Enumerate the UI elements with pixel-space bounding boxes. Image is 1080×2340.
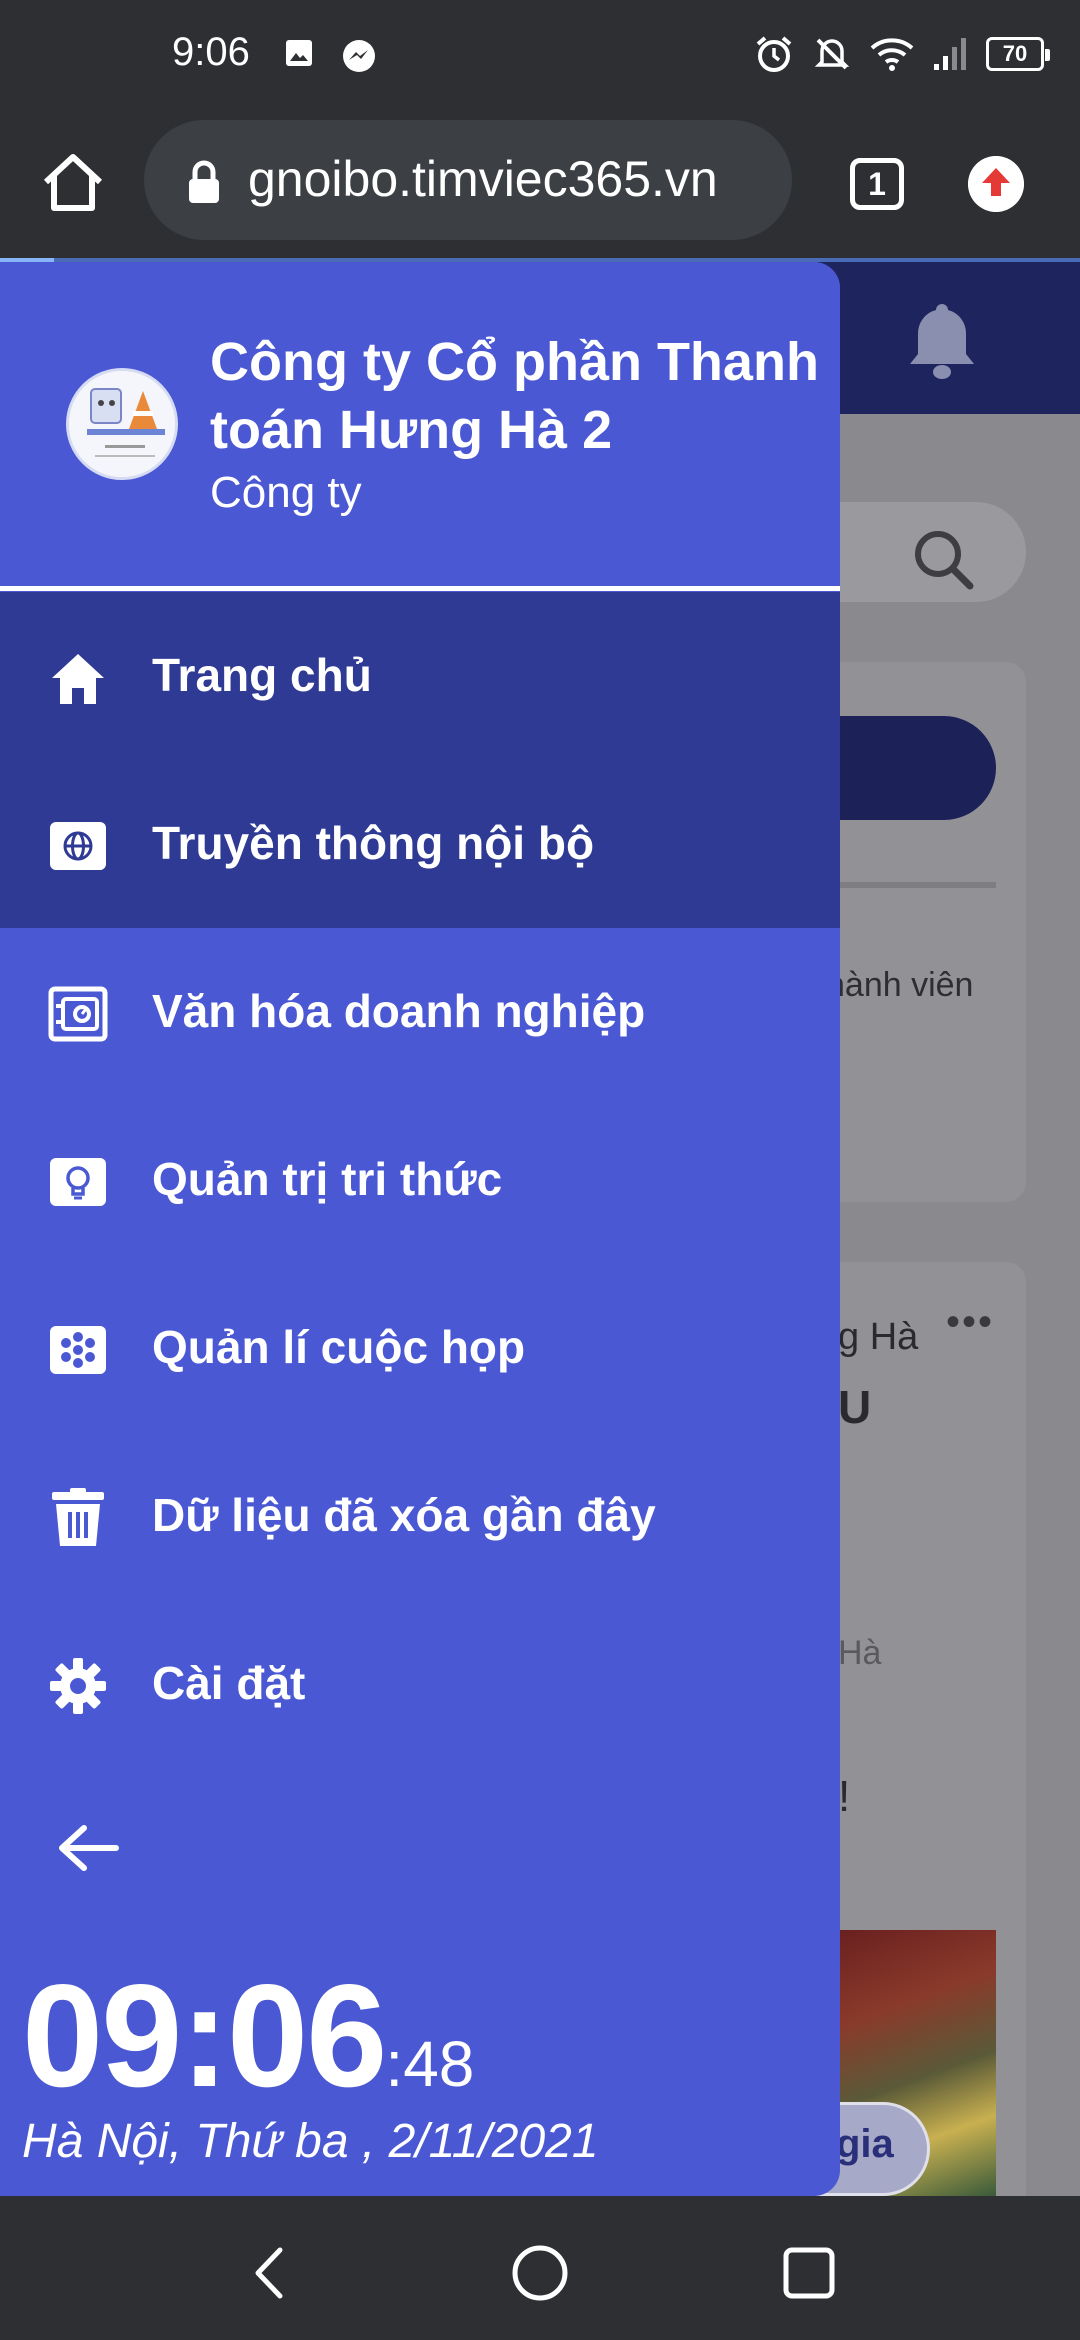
menu-label: Quản lí cuộc họp [152,1321,526,1373]
back-arrow-icon[interactable] [56,1822,122,1874]
clock-seconds: :48 [385,2028,475,2100]
nav-back-icon[interactable] [236,2238,306,2308]
company-type: Công ty [210,468,362,517]
wifi-icon [870,38,914,71]
clock-hours-minutes: 09:06 [22,1954,387,2117]
search-icon [915,531,974,590]
company-name: Công ty Cổ phần Thanh toán Hưng Hà 2 [210,332,819,460]
menu-item-van-hoa-doanh-nghiep[interactable]: Văn hóa doanh nghiệp [0,928,840,1096]
date-line: Hà Nội, Thứ ba , 2/11/2021 [22,2115,599,2168]
nav-recents-icon[interactable] [774,2238,844,2308]
menu-label: Trang chủ [152,649,372,701]
battery-icon: 70 [986,37,1050,71]
lock-icon [189,160,219,203]
culture-icon [48,986,108,1042]
globe-icon [50,822,106,870]
menu-label: Dữ liệu đã xóa gần đây [152,1489,656,1541]
drawer-header: Công ty Cổ phần Thanh toán Hưng Hà 2 Côn… [0,262,840,591]
menu-item-truyen-thong-noi-bo[interactable]: Truyền thông nội bộ [0,760,840,928]
signal-icon [934,38,966,70]
mute-icon [814,38,850,70]
alarm-icon [756,36,792,72]
tab-switcher-button[interactable]: 1 [850,158,904,210]
header-divider [0,586,840,591]
gear-icon [50,1658,106,1714]
avatar-image [69,371,175,477]
drawer-menu: Trang chủ Truyền thông nội bộ Văn hóa do… [0,592,840,1768]
status-time: 9:06 [172,30,250,74]
menu-item-trang-chu[interactable]: Trang chủ [0,592,840,760]
update-icon[interactable] [968,156,1024,212]
menu-label: Cài đặt [152,1657,306,1709]
status-bar: 9:06 70 [0,0,1080,112]
system-nav-bar [0,2196,1080,2340]
nav-home-icon[interactable] [505,2238,575,2308]
bell-icon[interactable] [904,298,980,382]
menu-item-du-lieu-da-xoa[interactable]: Dữ liệu đã xóa gần đây [0,1432,840,1600]
image-icon [286,40,312,66]
clock: 09:06:48 [22,1952,474,2120]
more-options-icon[interactable]: ••• [946,1300,994,1345]
menu-item-quan-tri-tri-thuc[interactable]: Quản trị tri thức [0,1096,840,1264]
menu-label: Văn hóa doanh nghiệp [152,985,646,1037]
home-icon [52,654,104,704]
menu-item-quan-li-cuoc-hop[interactable]: Quản lí cuộc họp [0,1264,840,1432]
url-text: gnoibo.timviec365.vn [248,151,718,207]
url-bar[interactable]: gnoibo.timviec365.vn [144,120,792,240]
browser-toolbar: gnoibo.timviec365.vn 1 [0,112,1080,260]
menu-item-cai-dat[interactable]: Cài đặt [0,1600,840,1768]
menu-label: Quản trị tri thức [152,1153,503,1205]
navigation-drawer: Công ty Cổ phần Thanh toán Hưng Hà 2 Côn… [0,262,840,2196]
messenger-icon [343,40,375,72]
trash-icon [52,1488,104,1546]
menu-label: Truyền thông nội bộ [152,817,595,869]
home-button[interactable] [38,148,108,218]
lightbulb-icon [50,1158,106,1206]
company-avatar[interactable] [66,368,178,480]
meeting-icon [50,1326,106,1374]
